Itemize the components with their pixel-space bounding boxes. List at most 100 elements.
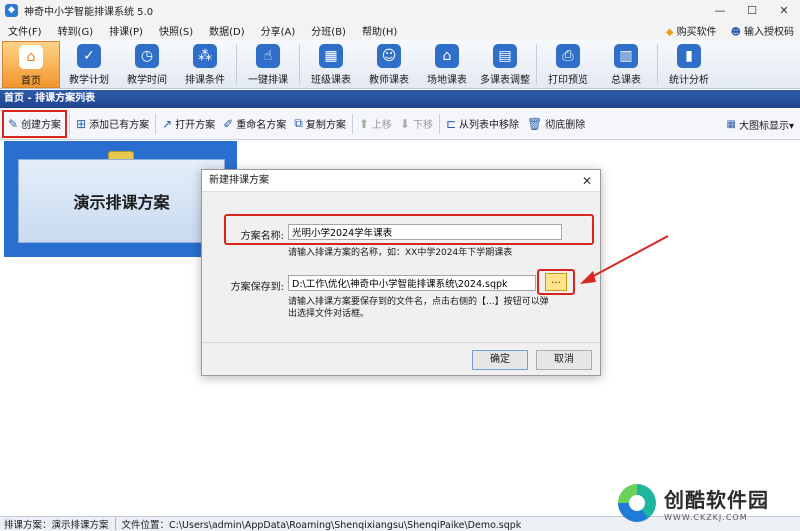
open-icon: ↗ xyxy=(162,116,173,131)
cancel-button[interactable]: 取消 xyxy=(536,350,592,370)
remove-icon: ⊏ xyxy=(445,116,457,131)
menu-data[interactable]: 数据(D) xyxy=(201,23,253,38)
ribbon-label: 一键排课 xyxy=(248,75,288,86)
ribbon-teacher-table[interactable]: ☺ 教师课表 xyxy=(360,41,418,88)
app-logo-icon: ◆ xyxy=(5,3,18,17)
plan-toolbar: ✎ 创建方案 ⊞ 添加已有方案 ↗ 打开方案 ✐ 重命名方案 ⧉ 复制方案 ⬆ 上移 ⬇ 下移… xyxy=(0,108,800,140)
menu-bar: 文件(F) 转到(G) 排课(P) 快照(S) 数据(D) 分享(A) 分班(B… xyxy=(0,20,800,40)
copy-plan-button[interactable]: ⧉ 复制方案 xyxy=(290,111,350,137)
delete-label: 彻底删除 xyxy=(545,120,586,131)
ribbon-label: 打印预览 xyxy=(548,75,588,86)
ribbon-print-preview[interactable]: ⎙ 打印预览 xyxy=(539,41,597,88)
status-separator xyxy=(114,518,116,530)
new-plan-dialog: 新建排课方案 ✕ 方案名称: 请输入排课方案的名称，如：XX中学2024年下学期… xyxy=(201,169,601,376)
ribbon-one-click[interactable]: ☝ 一键排课 xyxy=(239,41,297,88)
dialog-close-icon[interactable]: ✕ xyxy=(582,170,592,192)
ribbon-conditions[interactable]: ⁂ 排课条件 xyxy=(176,41,234,88)
menu-schedule[interactable]: 排课(P) xyxy=(101,23,151,38)
move-down-label: 下移 xyxy=(412,120,433,131)
add-existing-plan-button[interactable]: ⊞ 添加已有方案 xyxy=(72,111,153,137)
ribbon-home[interactable]: ⌂ 首页 xyxy=(2,41,60,88)
conditions-icon: ⁂ xyxy=(193,44,217,68)
view-mode-label: 大图标显示▾ xyxy=(738,120,794,132)
ribbon-separator xyxy=(236,44,237,84)
move-down-button[interactable]: ⬇ 下移 xyxy=(396,111,437,137)
plan-name-label: 方案名称: xyxy=(240,231,284,242)
watermark-logo-icon xyxy=(618,484,656,522)
venue-table-icon: ⌂ xyxy=(435,44,459,68)
ribbon-label: 排课条件 xyxy=(185,75,225,86)
class-table-icon: ▦ xyxy=(319,44,343,68)
window-title: 神奇中小学智能排课系统 5.0 xyxy=(24,6,154,18)
toolbar-separator xyxy=(438,113,440,134)
watermark-url: WWW.CKZKJ.COM xyxy=(664,513,748,522)
minimize-button[interactable]: — xyxy=(704,0,736,20)
ribbon-separator xyxy=(299,44,300,84)
ok-button[interactable]: 确定 xyxy=(472,350,528,370)
remove-from-list-label: 从列表中移除 xyxy=(459,120,520,131)
rename-plan-label: 重命名方案 xyxy=(236,120,287,131)
ribbon-multi-adjust[interactable]: ▤ 多课表调整 xyxy=(476,41,534,88)
ribbon-label: 首页 xyxy=(21,76,41,87)
watermark: 创酷软件园 WWW.CKZKJ.COM xyxy=(618,480,796,526)
teacher-table-icon: ☺ xyxy=(377,44,401,68)
plan-name-hint: 请输入排课方案的名称，如：XX中学2024年下学期课表 xyxy=(288,248,513,258)
printer-icon: ⎙ xyxy=(556,44,580,68)
menu-goto[interactable]: 转到(G) xyxy=(50,23,102,38)
ribbon-master-table[interactable]: ▥ 总课表 xyxy=(597,41,655,88)
toolbar-separator xyxy=(351,113,353,134)
menu-right-group: ◆ 购买软件 ☻ 输入授权码 xyxy=(666,20,794,40)
status-location: 文件位置：C:\Users\admin\AppData\Roaming\Shen… xyxy=(121,520,522,531)
menu-class-split[interactable]: 分班(B) xyxy=(303,23,354,38)
copy-plan-label: 复制方案 xyxy=(305,120,346,131)
dialog-title-bar: 新建排课方案 ✕ xyxy=(202,170,600,192)
save-path-input[interactable] xyxy=(288,275,536,291)
view-mode-dropdown[interactable]: ▦ 大图标显示▾ xyxy=(727,108,794,140)
ribbon-venue-table[interactable]: ⌂ 场地课表 xyxy=(418,41,476,88)
pencil-icon: ✐ xyxy=(223,116,234,131)
remove-from-list-button[interactable]: ⊏ 从列表中移除 xyxy=(442,111,523,137)
create-plan-button[interactable]: ✎ 创建方案 xyxy=(2,109,68,138)
move-up-button[interactable]: ⬆ 上移 xyxy=(355,111,396,137)
close-window-button[interactable]: ✕ xyxy=(768,0,800,20)
ribbon-class-table[interactable]: ▦ 班级课表 xyxy=(302,41,360,88)
home-icon: ⌂ xyxy=(19,45,43,69)
license-label: 输入授权码 xyxy=(744,26,794,38)
ribbon-teaching-plan[interactable]: ✓ 教学计划 xyxy=(60,41,118,88)
ribbon-toolbar: ⌂ 首页 ✓ 教学计划 ◷ 教学时间 ⁂ 排课条件 ☝ 一键排课 ▦ 班级课表 ☺ 教师课表 … xyxy=(0,40,800,89)
menu-snapshot[interactable]: 快照(S) xyxy=(151,23,201,38)
browse-button[interactable]: ... xyxy=(545,273,567,291)
menu-file[interactable]: 文件(F) xyxy=(0,23,50,38)
rename-plan-button[interactable]: ✐ 重命名方案 xyxy=(219,111,290,137)
toolbar-separator xyxy=(155,113,157,134)
arrow-up-icon: ⬆ xyxy=(358,116,369,131)
enter-license-link[interactable]: ☻ 输入授权码 xyxy=(731,23,794,38)
plan-name: 演示排课方案 xyxy=(18,159,225,243)
ribbon-label: 场地课表 xyxy=(427,75,467,86)
ribbon-label: 多课表调整 xyxy=(480,75,530,86)
watermark-name: 创酷软件园 xyxy=(664,488,769,512)
multi-table-adjust-icon: ▤ xyxy=(493,44,517,68)
master-table-icon: ▥ xyxy=(614,44,638,68)
dialog-separator xyxy=(203,342,599,343)
maximize-button[interactable]: ☐ xyxy=(736,0,768,20)
one-click-icon: ☝ xyxy=(256,44,280,68)
save-path-hint-2: 出选择文件对话框。 xyxy=(288,309,370,319)
ribbon-label: 教学计划 xyxy=(69,75,109,86)
delete-permanently-button[interactable]: 🗑 彻底删除 xyxy=(523,111,589,137)
plan-name-input[interactable] xyxy=(288,224,562,240)
toolbar-separator xyxy=(69,113,71,134)
ribbon-teaching-time[interactable]: ◷ 教学时间 xyxy=(118,41,176,88)
ribbon-separator xyxy=(536,44,537,84)
user-icon: ☻ xyxy=(730,26,741,38)
edit-icon: ✎ xyxy=(8,116,19,131)
trash-icon: 🗑 xyxy=(527,116,543,131)
ribbon-stats[interactable]: ▮ 统计分析 xyxy=(660,41,718,88)
menu-help[interactable]: 帮助(H) xyxy=(354,23,405,38)
buy-software-link[interactable]: ◆ 购买软件 xyxy=(666,23,717,38)
ribbon-label: 总课表 xyxy=(611,75,641,86)
open-plan-button[interactable]: ↗ 打开方案 xyxy=(158,111,219,137)
ribbon-label: 统计分析 xyxy=(669,75,709,86)
diamond-icon: ◆ xyxy=(665,26,674,38)
menu-share[interactable]: 分享(A) xyxy=(253,23,304,38)
